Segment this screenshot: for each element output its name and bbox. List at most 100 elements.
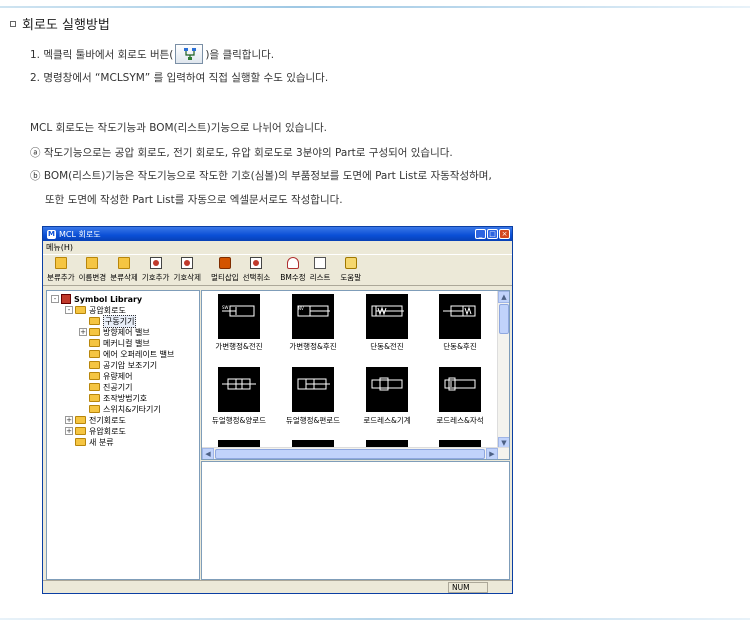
toolbar-label: 도움말 <box>340 273 362 282</box>
tree-item-mechanical-valve[interactable]: 메커니컬 밸브 <box>89 338 150 348</box>
tree-item-operation-symbols[interactable]: 조작방법기호 <box>89 393 147 403</box>
step-2: 2. 명령창에서 “MCLSYM” 를 입력하여 직접 실행할 수도 있습니다. <box>30 72 329 84</box>
tree-item-pneumatic-aux[interactable]: 공기압 보조기기 <box>89 360 157 370</box>
symbol-thumbnail[interactable] <box>366 367 408 412</box>
toolbar-rename-button[interactable]: 이름변경 <box>77 257 109 283</box>
symbol-caption: 듀얼행정&양로드 <box>211 416 267 425</box>
folder-icon <box>89 372 100 380</box>
scroll-thumb[interactable] <box>499 304 509 334</box>
folder-icon <box>89 383 100 391</box>
scroll-right-icon[interactable]: ▶ <box>486 448 498 459</box>
toolbar-add-category-button[interactable]: 분류추가 <box>45 257 77 283</box>
toolbar-label: 기호삭제 <box>173 273 202 282</box>
toolbar-deselect-button[interactable]: 선택취소 <box>241 257 273 283</box>
tree-item-label: 조작방법기호 <box>103 393 148 403</box>
symbol-add-icon <box>149 257 162 269</box>
window-titlebar[interactable]: M MCL 회로도 _ □ × <box>43 227 512 241</box>
folder-icon <box>75 416 86 424</box>
section-heading: 회로도 실행방법 <box>10 14 110 33</box>
symbol-tree: - Symbol Library - 공압회로도 구동기기 + 방향제어 밸브 … <box>46 290 200 580</box>
vertical-scrollbar[interactable]: ▲ ▼ <box>497 291 509 449</box>
toolbar-help-button[interactable]: 도움말 <box>338 257 363 283</box>
tree-item-pneumatic[interactable]: - 공압회로도 <box>65 305 126 315</box>
folder-icon <box>89 405 100 413</box>
library-icon <box>61 294 71 304</box>
circuit-button-icon <box>175 44 204 64</box>
description-b-continued: 또한 도면에 작성한 Part List를 자동으로 엑셀문서로도 작성합니다. <box>45 194 343 206</box>
deselect-icon <box>250 257 263 269</box>
symbol-caption: 로드레스&기계 <box>363 416 411 425</box>
tree-item-flow-control[interactable]: 유량제어 <box>89 371 132 381</box>
symbol-thumbnail[interactable] <box>366 294 408 339</box>
tree-item-direction-valve[interactable]: + 방향제어 밸브 <box>79 327 150 337</box>
symbol-thumbnail[interactable] <box>439 294 481 339</box>
maximize-icon[interactable]: □ <box>487 229 498 239</box>
svg-text:NV: NV <box>298 306 304 311</box>
tree-item-vacuum[interactable]: 진공기기 <box>89 382 132 392</box>
collapse-icon[interactable]: - <box>51 295 59 303</box>
symbol-thumbnail[interactable] <box>439 367 481 412</box>
close-icon[interactable]: × <box>499 229 510 239</box>
toolbar-delete-symbol-button[interactable]: 기호삭제 <box>171 257 203 283</box>
page-title: 회로도 실행방법 <box>22 18 110 33</box>
tree-item-air-operated-valve[interactable]: 에어 오퍼레이트 밸브 <box>89 349 174 359</box>
tree-item-label: Symbol Library <box>74 294 143 304</box>
list-icon <box>314 257 327 269</box>
menu-bar: 메뉴(H) <box>43 241 512 254</box>
toolbar-list-button[interactable]: 리스트 <box>308 257 333 283</box>
tree-item-new-category[interactable]: 새 분류 <box>75 437 114 447</box>
menu-help[interactable]: 메뉴(H) <box>46 243 73 252</box>
minimize-icon[interactable]: _ <box>475 229 486 239</box>
symbol-caption: 가변행정&전진 <box>215 342 263 351</box>
svg-text:SW: SW <box>222 305 229 310</box>
expand-icon[interactable]: + <box>65 427 73 435</box>
tree-item-actuators[interactable]: 구동기기 <box>89 314 137 328</box>
description-intro: MCL 회로도는 작도기능과 BOM(리스트)기능으로 나뉘어 있습니다. <box>30 122 327 134</box>
top-divider <box>0 6 750 8</box>
symbol-caption: 듀얼행정&편로드 <box>285 416 341 425</box>
horizontal-scrollbar[interactable]: ◀ ▶ <box>202 447 509 459</box>
bm-edit-icon <box>286 257 299 269</box>
toolbar-label: 선택취소 <box>242 273 271 282</box>
toolbar-label: 분류추가 <box>47 273 75 282</box>
folder-icon <box>89 328 100 336</box>
multi-insert-icon <box>218 257 231 269</box>
folder-icon <box>89 361 100 369</box>
toolbar-delete-category-button[interactable]: 분류삭제 <box>108 257 140 283</box>
tree-item-hydraulic[interactable]: + 유압회로도 <box>65 426 126 436</box>
folder-icon <box>89 317 100 325</box>
symbol-thumbnail[interactable] <box>218 367 260 412</box>
symbol-caption: 단동&전진 <box>370 342 404 351</box>
toolbar-multi-insert-button[interactable]: 멀티삽입 <box>209 257 241 283</box>
symbol-delete-icon <box>181 257 194 269</box>
toolbar-bm-edit-button[interactable]: BM수정 <box>278 257 307 283</box>
symbol-thumbnail[interactable]: NV <box>292 294 334 339</box>
step-1-text-after: )을 클릭합니다. <box>205 48 275 61</box>
tree-item-symbol-library[interactable]: - Symbol Library <box>51 294 142 304</box>
tree-item-label: 방향제어 밸브 <box>103 327 150 337</box>
tree-item-label: 새 분류 <box>89 437 114 447</box>
symbol-thumbnail[interactable]: SW <box>218 294 260 339</box>
collapse-icon[interactable]: - <box>65 306 73 314</box>
toolbar-label: 이름변경 <box>78 273 107 282</box>
scroll-thumb[interactable] <box>215 449 485 459</box>
num-lock-indicator: NUM <box>448 582 488 593</box>
folder-open-icon <box>75 306 86 314</box>
expand-icon[interactable]: + <box>79 328 87 336</box>
toolbar-add-symbol-button[interactable]: 기호추가 <box>140 257 172 283</box>
tree-item-electric[interactable]: + 전기회로도 <box>65 415 126 425</box>
step-1-text-before: 1. 멕클릭 툴바에서 회로도 버튼( <box>30 48 174 61</box>
toolbar-label: 리스트 <box>309 273 331 282</box>
description-b: ⓑ BOM(리스트)기능은 작도기능으로 작도한 기호(심볼)의 부품정보를 도… <box>30 170 492 182</box>
expand-icon[interactable]: + <box>65 416 73 424</box>
symbol-thumbnail[interactable] <box>292 367 334 412</box>
folder-rename-icon <box>86 257 99 269</box>
tree-item-switch-etc[interactable]: 스위치&기타기기 <box>89 404 161 414</box>
toolbar-label: 멀티삽입 <box>211 273 239 282</box>
tree-item-label: 유압회로도 <box>89 426 126 436</box>
scroll-up-icon[interactable]: ▲ <box>498 291 509 303</box>
window-title: MCL 회로도 <box>59 229 101 239</box>
tree-item-label: 전기회로도 <box>89 415 126 425</box>
scroll-left-icon[interactable]: ◀ <box>202 448 214 459</box>
folder-icon <box>89 350 100 358</box>
